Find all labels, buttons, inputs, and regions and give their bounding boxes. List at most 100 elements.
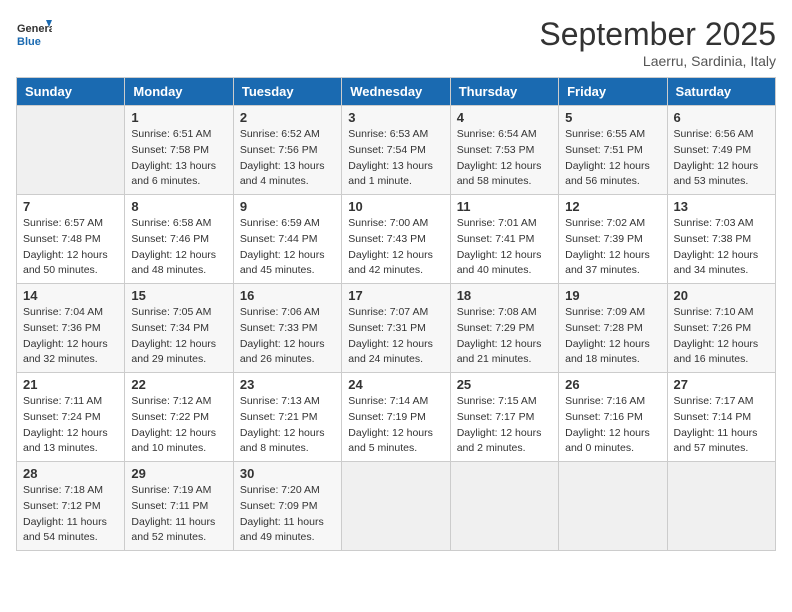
calendar-cell xyxy=(559,462,667,551)
day-number: 25 xyxy=(457,377,552,392)
day-number: 8 xyxy=(131,199,226,214)
calendar-cell: 4 Sunrise: 6:54 AMSunset: 7:53 PMDaylight… xyxy=(450,106,558,195)
day-info: Sunrise: 7:11 AMSunset: 7:24 PMDaylight:… xyxy=(23,394,118,457)
page-header: General Blue September 2025 Laerru, Sard… xyxy=(16,16,776,69)
day-info: Sunrise: 6:57 AMSunset: 7:48 PMDaylight:… xyxy=(23,216,118,279)
day-number: 30 xyxy=(240,466,335,481)
title-block: September 2025 Laerru, Sardinia, Italy xyxy=(539,16,776,69)
day-info: Sunrise: 6:59 AMSunset: 7:44 PMDaylight:… xyxy=(240,216,335,279)
day-info: Sunrise: 7:15 AMSunset: 7:17 PMDaylight:… xyxy=(457,394,552,457)
day-info: Sunrise: 7:16 AMSunset: 7:16 PMDaylight:… xyxy=(565,394,660,457)
day-info: Sunrise: 6:52 AMSunset: 7:56 PMDaylight:… xyxy=(240,127,335,190)
calendar-header-row: SundayMondayTuesdayWednesdayThursdayFrid… xyxy=(17,78,776,106)
day-number: 20 xyxy=(674,288,769,303)
day-info: Sunrise: 6:51 AMSunset: 7:58 PMDaylight:… xyxy=(131,127,226,190)
calendar-cell xyxy=(667,462,775,551)
day-info: Sunrise: 6:56 AMSunset: 7:49 PMDaylight:… xyxy=(674,127,769,190)
day-info: Sunrise: 7:09 AMSunset: 7:28 PMDaylight:… xyxy=(565,305,660,368)
day-number: 17 xyxy=(348,288,443,303)
day-number: 12 xyxy=(565,199,660,214)
header-cell-sunday: Sunday xyxy=(17,78,125,106)
day-number: 11 xyxy=(457,199,552,214)
calendar-week-row: 21 Sunrise: 7:11 AMSunset: 7:24 PMDayligh… xyxy=(17,373,776,462)
svg-text:General: General xyxy=(17,23,52,35)
day-number: 15 xyxy=(131,288,226,303)
header-cell-saturday: Saturday xyxy=(667,78,775,106)
calendar-cell: 19 Sunrise: 7:09 AMSunset: 7:28 PMDayligh… xyxy=(559,284,667,373)
day-number: 27 xyxy=(674,377,769,392)
calendar-cell: 30Sunrise: 7:20 AMSunset: 7:09 PMDayligh… xyxy=(233,462,341,551)
calendar-week-row: 1 Sunrise: 6:51 AMSunset: 7:58 PMDaylight… xyxy=(17,106,776,195)
day-number: 18 xyxy=(457,288,552,303)
calendar-week-row: 14 Sunrise: 7:04 AMSunset: 7:36 PMDayligh… xyxy=(17,284,776,373)
day-info: Sunrise: 7:14 AMSunset: 7:19 PMDaylight:… xyxy=(348,394,443,457)
logo: General Blue xyxy=(16,16,52,52)
day-info: Sunrise: 7:04 AMSunset: 7:36 PMDaylight:… xyxy=(23,305,118,368)
day-number: 26 xyxy=(565,377,660,392)
header-cell-friday: Friday xyxy=(559,78,667,106)
calendar-cell: 1 Sunrise: 6:51 AMSunset: 7:58 PMDaylight… xyxy=(125,106,233,195)
calendar-cell xyxy=(342,462,450,551)
calendar-cell: 14 Sunrise: 7:04 AMSunset: 7:36 PMDayligh… xyxy=(17,284,125,373)
calendar-cell: 5 Sunrise: 6:55 AMSunset: 7:51 PMDaylight… xyxy=(559,106,667,195)
day-info: Sunrise: 7:12 AMSunset: 7:22 PMDaylight:… xyxy=(131,394,226,457)
day-number: 3 xyxy=(348,110,443,125)
day-number: 13 xyxy=(674,199,769,214)
day-number: 24 xyxy=(348,377,443,392)
day-info: Sunrise: 7:13 AMSunset: 7:21 PMDaylight:… xyxy=(240,394,335,457)
calendar-cell: 18 Sunrise: 7:08 AMSunset: 7:29 PMDayligh… xyxy=(450,284,558,373)
day-number: 28 xyxy=(23,466,118,481)
header-cell-thursday: Thursday xyxy=(450,78,558,106)
day-number: 7 xyxy=(23,199,118,214)
calendar-cell: 15 Sunrise: 7:05 AMSunset: 7:34 PMDayligh… xyxy=(125,284,233,373)
day-number: 10 xyxy=(348,199,443,214)
day-number: 21 xyxy=(23,377,118,392)
day-number: 4 xyxy=(457,110,552,125)
calendar-cell: 28 Sunrise: 7:18 AMSunset: 7:12 PMDayligh… xyxy=(17,462,125,551)
calendar-cell: 21 Sunrise: 7:11 AMSunset: 7:24 PMDayligh… xyxy=(17,373,125,462)
header-cell-tuesday: Tuesday xyxy=(233,78,341,106)
day-number: 29 xyxy=(131,466,226,481)
calendar-cell xyxy=(17,106,125,195)
calendar-week-row: 28 Sunrise: 7:18 AMSunset: 7:12 PMDayligh… xyxy=(17,462,776,551)
calendar-cell: 3 Sunrise: 6:53 AMSunset: 7:54 PMDaylight… xyxy=(342,106,450,195)
day-info: Sunrise: 7:10 AMSunset: 7:26 PMDaylight:… xyxy=(674,305,769,368)
day-number: 16 xyxy=(240,288,335,303)
calendar-cell: 16Sunrise: 7:06 AMSunset: 7:33 PMDayligh… xyxy=(233,284,341,373)
day-info: Sunrise: 6:55 AMSunset: 7:51 PMDaylight:… xyxy=(565,127,660,190)
calendar-cell: 12Sunrise: 7:02 AMSunset: 7:39 PMDayligh… xyxy=(559,195,667,284)
header-cell-wednesday: Wednesday xyxy=(342,78,450,106)
calendar-cell: 8 Sunrise: 6:58 AMSunset: 7:46 PMDaylight… xyxy=(125,195,233,284)
day-info: Sunrise: 7:18 AMSunset: 7:12 PMDaylight:… xyxy=(23,483,118,546)
day-info: Sunrise: 7:03 AMSunset: 7:38 PMDaylight:… xyxy=(674,216,769,279)
calendar-table: SundayMondayTuesdayWednesdayThursdayFrid… xyxy=(16,77,776,551)
day-number: 22 xyxy=(131,377,226,392)
day-number: 9 xyxy=(240,199,335,214)
calendar-cell: 10 Sunrise: 7:00 AMSunset: 7:43 PMDayligh… xyxy=(342,195,450,284)
location: Laerru, Sardinia, Italy xyxy=(539,53,776,69)
day-info: Sunrise: 7:00 AMSunset: 7:43 PMDaylight:… xyxy=(348,216,443,279)
calendar-cell: 22 Sunrise: 7:12 AMSunset: 7:22 PMDayligh… xyxy=(125,373,233,462)
month-title: September 2025 xyxy=(539,16,776,53)
calendar-cell: 6 Sunrise: 6:56 AMSunset: 7:49 PMDaylight… xyxy=(667,106,775,195)
day-info: Sunrise: 6:54 AMSunset: 7:53 PMDaylight:… xyxy=(457,127,552,190)
header-cell-monday: Monday xyxy=(125,78,233,106)
day-info: Sunrise: 7:08 AMSunset: 7:29 PMDaylight:… xyxy=(457,305,552,368)
day-info: Sunrise: 7:07 AMSunset: 7:31 PMDaylight:… xyxy=(348,305,443,368)
day-number: 1 xyxy=(131,110,226,125)
day-info: Sunrise: 7:05 AMSunset: 7:34 PMDaylight:… xyxy=(131,305,226,368)
day-number: 19 xyxy=(565,288,660,303)
calendar-cell: 9 Sunrise: 6:59 AMSunset: 7:44 PMDaylight… xyxy=(233,195,341,284)
calendar-cell: 17 Sunrise: 7:07 AMSunset: 7:31 PMDayligh… xyxy=(342,284,450,373)
day-info: Sunrise: 6:58 AMSunset: 7:46 PMDaylight:… xyxy=(131,216,226,279)
svg-text:Blue: Blue xyxy=(17,36,41,48)
day-info: Sunrise: 7:01 AMSunset: 7:41 PMDaylight:… xyxy=(457,216,552,279)
day-number: 5 xyxy=(565,110,660,125)
day-info: Sunrise: 6:53 AMSunset: 7:54 PMDaylight:… xyxy=(348,127,443,190)
calendar-cell xyxy=(450,462,558,551)
calendar-week-row: 7 Sunrise: 6:57 AMSunset: 7:48 PMDaylight… xyxy=(17,195,776,284)
calendar-cell: 11 Sunrise: 7:01 AMSunset: 7:41 PMDayligh… xyxy=(450,195,558,284)
day-number: 6 xyxy=(674,110,769,125)
day-number: 14 xyxy=(23,288,118,303)
calendar-cell: 20 Sunrise: 7:10 AMSunset: 7:26 PMDayligh… xyxy=(667,284,775,373)
